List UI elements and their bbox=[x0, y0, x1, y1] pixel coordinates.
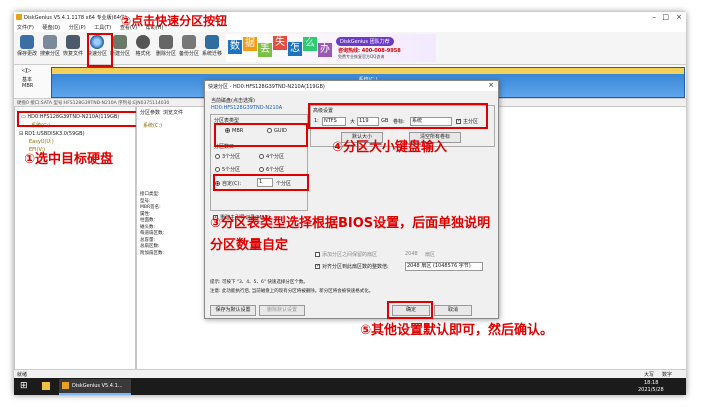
ad-char: 办 bbox=[318, 43, 332, 57]
annotation-step3: ③分区表类型选择根据BIOS设置，后面单独说明 bbox=[210, 216, 491, 231]
new-partition-icon bbox=[113, 35, 127, 49]
tab-browse-files[interactable]: 浏览文件 bbox=[163, 109, 183, 116]
ad-char: 么 bbox=[303, 37, 317, 51]
detail-fields: 接口类型: 型号: MBR签名: 属性: 柱面数: 磁头数: 每道扇区数: 总容… bbox=[140, 192, 164, 257]
recover-files-button[interactable]: 恢复文件 bbox=[62, 34, 84, 62]
close-icon[interactable]: × bbox=[676, 13, 682, 21]
align-select[interactable]: 2048 扇区 (1048576 字节) bbox=[405, 262, 483, 271]
ad-phone: 咨询热线: 400-008-9958 bbox=[338, 48, 401, 54]
dialog-close-icon[interactable]: × bbox=[488, 81, 494, 89]
tab-partition-params[interactable]: 分区参数 bbox=[140, 109, 160, 116]
ad-char: 失 bbox=[273, 36, 287, 50]
num-indicator: 数字 bbox=[662, 372, 673, 378]
annotation-step4: ④分区大小键盘输入 bbox=[332, 140, 448, 155]
tree-disk1[interactable]: ⊟ RD1:USBDISK3.0(59GB) bbox=[19, 131, 85, 137]
warning-text: 注意: 此功能执行后, 当前磁盘上的现有分区将被删除。新分区将会被快速格式化。 bbox=[210, 289, 374, 294]
cancel-button[interactable]: 取消 bbox=[434, 305, 472, 316]
highlight-quick-partition bbox=[87, 33, 113, 67]
recover-icon bbox=[66, 35, 80, 49]
disk-tree-panel: ▭ HD0:HFS128G39TND-N210A(119GB) 系统(C:) ⊟… bbox=[14, 106, 136, 378]
disk-type-label: 基本 MBR bbox=[22, 77, 34, 89]
ad-char: 丢 bbox=[258, 43, 272, 57]
taskbar: ⊞ DiskGenius V5.4.1... 18:18 2021/5/28 bbox=[14, 378, 686, 395]
reserve-sectors-checkbox[interactable]: 添加分区之间保留的扇区 bbox=[315, 251, 377, 258]
highlight-pt-type bbox=[214, 123, 308, 147]
save-icon bbox=[20, 35, 34, 49]
ad-sub: 免费专业恢复官方QQ咨询 bbox=[338, 54, 385, 59]
toolbar: 保存更改 搜索分区 恢复文件 快速分区 新建分区 格式化 删除分区 备份分区 系… bbox=[14, 32, 686, 65]
highlight-target-disk bbox=[17, 111, 142, 127]
partition-used-strip bbox=[52, 68, 684, 74]
highlight-ok-button bbox=[387, 301, 433, 319]
dialog-title: 快速分区 - HD0:HFS128G39TND-N210A(119GB) bbox=[208, 84, 325, 90]
backup-partition-button[interactable]: 备份分区 bbox=[178, 34, 200, 62]
align-checkbox[interactable]: ✓ 对齐分区到此扇区数的整数倍: bbox=[315, 263, 389, 270]
current-disk-link[interactable]: HD0:HFS128G39TND-N210A bbox=[211, 105, 282, 111]
menu-tools[interactable]: 工具(T) bbox=[94, 25, 111, 31]
system-migration-button[interactable]: 系统迁移 bbox=[201, 34, 223, 62]
annotation-step3-count: 分区数量自定 bbox=[210, 238, 289, 253]
ad-char: 怎 bbox=[288, 42, 302, 56]
highlight-size-input bbox=[308, 103, 488, 129]
search-partition-button[interactable]: 搜索分区 bbox=[39, 34, 61, 62]
format-button[interactable]: 格式化 bbox=[132, 34, 154, 62]
ad-banner[interactable]: 数 据 丢 失 怎 么 办 DiskGenius 团队力荐 咨询热线: 400-… bbox=[226, 34, 436, 62]
app-icon bbox=[16, 14, 22, 20]
format-icon bbox=[136, 35, 150, 49]
title-bar: DiskGenius V5.4.1.1178 x64 专业版(64位) – □ … bbox=[14, 12, 686, 23]
menu-bar: 文件(F) 硬盘(D) 分区(P) 工具(T) 查看(V) 帮助(H) bbox=[14, 23, 686, 32]
quick-partition-dialog: 快速分区 - HD0:HFS128G39TND-N210A(119GB) × 当… bbox=[204, 80, 499, 319]
diskgenius-icon bbox=[62, 382, 69, 389]
expand-icon[interactable]: ⊟ bbox=[19, 131, 23, 137]
annotation-step5: ⑤其他设置默认即可，然后确认。 bbox=[360, 323, 554, 338]
dialog-title-bar: 快速分区 - HD0:HFS128G39TND-N210A(119GB) × bbox=[205, 81, 498, 91]
migration-icon bbox=[205, 35, 219, 49]
nav-arrows-icon[interactable]: ◁▷ bbox=[22, 67, 31, 74]
search-icon bbox=[43, 35, 57, 49]
delete-partition-button[interactable]: 删除分区 bbox=[155, 34, 177, 62]
window-title: DiskGenius V5.4.1.1178 x64 专业版(64位) bbox=[24, 15, 127, 21]
maximize-icon[interactable]: □ bbox=[662, 13, 669, 21]
reserve-sectors-value: 2048 bbox=[405, 251, 418, 257]
annotation-step2: ②点击快速分区按钮 bbox=[121, 14, 228, 28]
ad-char: 据 bbox=[243, 37, 257, 51]
file-explorer-icon[interactable] bbox=[42, 382, 50, 390]
detail-label: MBR签名: bbox=[140, 205, 161, 210]
detail-partition[interactable]: 系统(C:) bbox=[143, 122, 162, 129]
current-disk-label: 当前磁盘(点击选择) bbox=[211, 98, 255, 104]
reserve-sectors-unit: 扇区 bbox=[425, 252, 436, 258]
ad-char: 数 bbox=[228, 40, 242, 54]
menu-partition[interactable]: 分区(P) bbox=[69, 25, 86, 31]
clock-date: 2021/5/28 bbox=[638, 387, 664, 393]
menu-disk[interactable]: 硬盘(D) bbox=[42, 25, 60, 31]
delete-defaults-button[interactable]: 删除默认设置 bbox=[259, 305, 305, 316]
ad-brand: DiskGenius 团队力荐 bbox=[336, 37, 394, 46]
backup-icon bbox=[182, 35, 196, 49]
tree-disk1-partition[interactable]: EasyU(U:) bbox=[29, 139, 54, 145]
status-text: 就绪 bbox=[17, 372, 28, 378]
trash-icon bbox=[159, 35, 173, 49]
highlight-custom-count bbox=[213, 174, 309, 191]
count-4-radio[interactable]: 4个分区 bbox=[259, 153, 284, 160]
clock-time: 18:18 bbox=[644, 380, 659, 386]
save-changes-button[interactable]: 保存更改 bbox=[16, 34, 38, 62]
windows-start-icon[interactable]: ⊞ bbox=[20, 381, 28, 391]
annotation-step1: ①选中目标硬盘 bbox=[24, 152, 114, 167]
caps-indicator: 大写 bbox=[644, 372, 655, 378]
taskbar-app-label: DiskGenius V5.4.1... bbox=[72, 383, 123, 389]
minimize-icon[interactable]: – bbox=[653, 13, 657, 21]
detail-label: 每道扇区数: bbox=[140, 231, 165, 236]
menu-file[interactable]: 文件(F) bbox=[17, 25, 34, 31]
save-defaults-button[interactable]: 保存为默认设置 bbox=[210, 305, 256, 316]
screen: DiskGenius V5.4.1.1178 x64 专业版(64位) – □ … bbox=[14, 12, 686, 395]
hint-text: 提示: 可按下 "3、4、5、6" 快速选择分区个数。 bbox=[210, 280, 308, 285]
count-5-radio[interactable]: 5个分区 bbox=[215, 166, 240, 173]
taskbar-app-diskgenius[interactable]: DiskGenius V5.4.1... bbox=[59, 379, 131, 395]
count-3-radio[interactable]: 3个分区 bbox=[215, 153, 240, 160]
detail-label: 附加扇区数: bbox=[140, 250, 165, 256]
count-6-radio[interactable]: 6个分区 bbox=[259, 166, 284, 173]
